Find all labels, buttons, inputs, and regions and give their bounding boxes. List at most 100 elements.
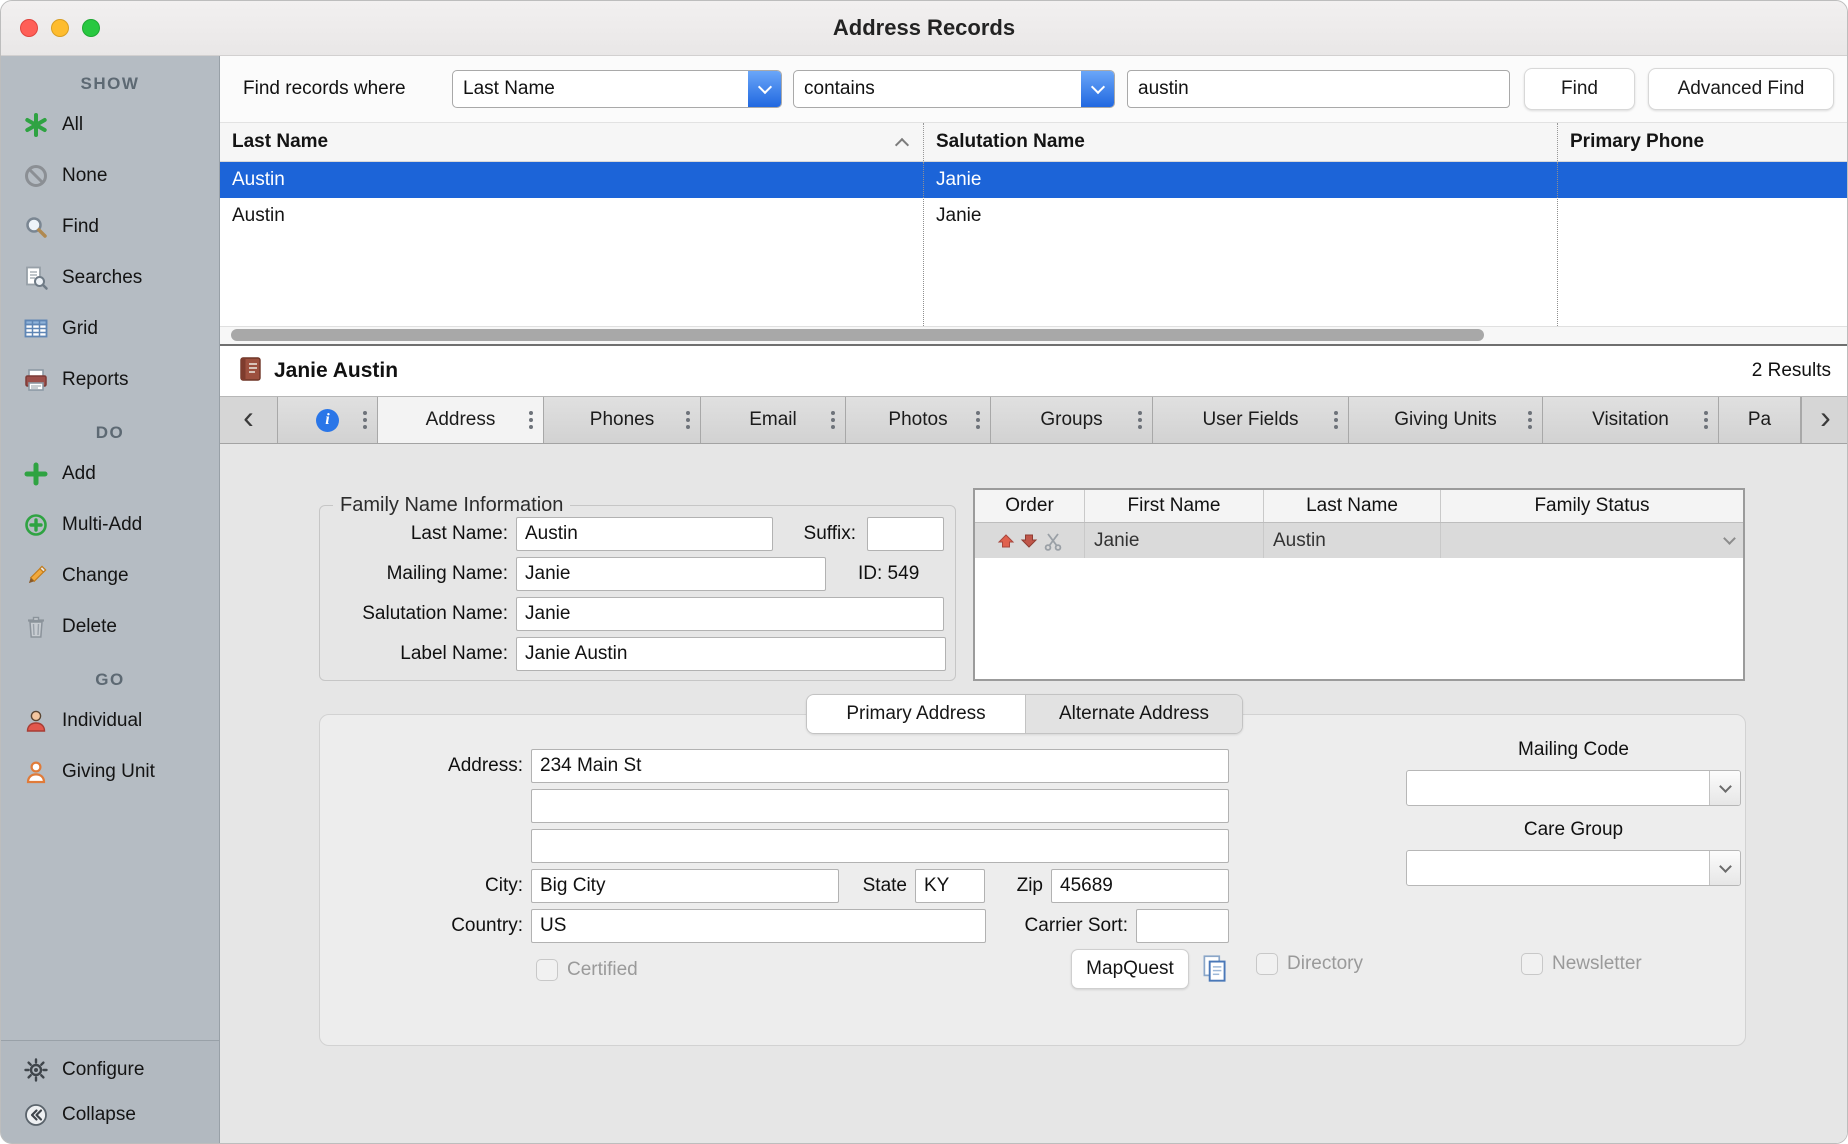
tab-menu-dots-icon[interactable] bbox=[529, 418, 533, 422]
salutation-name-input[interactable] bbox=[516, 597, 944, 631]
mapquest-button[interactable]: MapQuest bbox=[1071, 949, 1189, 989]
tab-menu-dots-icon[interactable] bbox=[1704, 418, 1708, 422]
sidebar-item-reports[interactable]: Reports bbox=[1, 354, 219, 405]
tabs-scroll-right-button[interactable] bbox=[1801, 397, 1847, 443]
tab-giving-units[interactable]: Giving Units bbox=[1349, 397, 1543, 443]
column-header-last-name[interactable]: Last Name bbox=[1264, 490, 1441, 522]
record-name: Janie Austin bbox=[274, 359, 399, 382]
country-input[interactable] bbox=[531, 909, 986, 943]
certified-checkbox[interactable] bbox=[536, 959, 558, 981]
tab-pastoral-truncated[interactable]: Pa bbox=[1719, 397, 1801, 443]
tab-label: Giving Units bbox=[1394, 409, 1497, 430]
tab-menu-dots-icon[interactable] bbox=[1334, 418, 1338, 422]
family-name-information-title: Family Name Information bbox=[333, 493, 571, 517]
zoom-button[interactable] bbox=[82, 19, 100, 37]
last-name-input[interactable] bbox=[516, 517, 773, 551]
sidebar-item-individual[interactable]: Individual bbox=[1, 695, 219, 746]
label-name-input[interactable] bbox=[516, 637, 946, 671]
sidebar-item-all[interactable]: All bbox=[1, 99, 219, 150]
search-input[interactable] bbox=[1127, 70, 1510, 108]
sidebar-item-find[interactable]: Find bbox=[1, 201, 219, 252]
move-down-icon[interactable] bbox=[1020, 533, 1038, 549]
sidebar-item-delete[interactable]: Delete bbox=[1, 601, 219, 652]
sidebar-item-collapse[interactable]: Collapse bbox=[1, 1092, 219, 1137]
find-field-dropdown[interactable]: Last Name bbox=[452, 70, 782, 108]
address-line2-input[interactable] bbox=[531, 789, 1229, 823]
close-button[interactable] bbox=[20, 19, 38, 37]
sidebar-section-do: DO bbox=[95, 423, 125, 442]
sidebar-item-label: None bbox=[62, 164, 108, 186]
tab-visitation[interactable]: Visitation bbox=[1543, 397, 1719, 443]
mailing-code-dropdown[interactable] bbox=[1406, 770, 1741, 806]
mailing-name-input[interactable] bbox=[516, 557, 826, 591]
care-group-dropdown[interactable] bbox=[1406, 850, 1741, 886]
tab-email[interactable]: Email bbox=[701, 397, 846, 443]
tab-menu-dots-icon[interactable] bbox=[1138, 418, 1142, 422]
suffix-input[interactable] bbox=[867, 517, 944, 551]
city-input[interactable] bbox=[531, 869, 839, 903]
carrier-sort-label: Carrier Sort: bbox=[1024, 915, 1128, 936]
sidebar-item-label: Giving Unit bbox=[62, 760, 155, 782]
state-input[interactable] bbox=[915, 869, 985, 903]
sidebar-item-configure[interactable]: Configure bbox=[1, 1047, 219, 1092]
multi-add-icon bbox=[22, 512, 49, 538]
column-header-family-status[interactable]: Family Status bbox=[1441, 490, 1743, 522]
tab-menu-dots-icon[interactable] bbox=[686, 418, 690, 422]
tab-user-fields[interactable]: User Fields bbox=[1153, 397, 1349, 443]
sidebar-item-grid[interactable]: Grid bbox=[1, 303, 219, 354]
column-header-order[interactable]: Order bbox=[975, 490, 1085, 522]
tab-menu-dots-icon[interactable] bbox=[976, 418, 980, 422]
table-row[interactable]: Austin Janie bbox=[220, 198, 1847, 234]
tab-photos[interactable]: Photos bbox=[846, 397, 991, 443]
tab-address[interactable]: Address bbox=[378, 397, 544, 443]
tab-alternate-address[interactable]: Alternate Address bbox=[1025, 695, 1242, 733]
tab-phones[interactable]: Phones bbox=[544, 397, 701, 443]
family-members-header: Order First Name Last Name Family Status bbox=[975, 490, 1743, 523]
advanced-find-button[interactable]: Advanced Find bbox=[1648, 68, 1834, 110]
tab-info[interactable] bbox=[278, 397, 378, 443]
horizontal-scrollbar[interactable] bbox=[220, 326, 1847, 344]
state-label: State bbox=[862, 875, 907, 896]
address-tabs: Primary Address Alternate Address bbox=[806, 694, 1243, 734]
sidebar-item-label: Searches bbox=[62, 266, 143, 288]
directory-checkbox[interactable] bbox=[1256, 953, 1278, 975]
newsletter-checkbox[interactable] bbox=[1521, 953, 1543, 975]
zip-input[interactable] bbox=[1051, 869, 1229, 903]
column-label: Primary Phone bbox=[1570, 131, 1705, 152]
column-header-first-name[interactable]: First Name bbox=[1085, 490, 1264, 522]
salutation-name-label: Salutation Name: bbox=[362, 603, 508, 624]
carrier-sort-input[interactable] bbox=[1136, 909, 1229, 943]
plus-icon bbox=[22, 461, 49, 487]
scrollbar-thumb[interactable] bbox=[231, 329, 1484, 341]
sidebar-item-searches[interactable]: Searches bbox=[1, 252, 219, 303]
c​ut-scissors-icon[interactable] bbox=[1043, 531, 1063, 551]
tab-groups[interactable]: Groups bbox=[991, 397, 1153, 443]
table-row[interactable]: Austin Janie bbox=[220, 162, 1847, 198]
tabs-scroll-left-button[interactable] bbox=[220, 397, 278, 443]
address-line3-input[interactable] bbox=[531, 829, 1229, 863]
column-header-salutation-name[interactable]: Salutation Name bbox=[924, 123, 1558, 161]
address-line1-input[interactable] bbox=[531, 749, 1229, 783]
tab-primary-address[interactable]: Primary Address bbox=[807, 695, 1025, 733]
tab-menu-dots-icon[interactable] bbox=[363, 418, 367, 422]
column-header-primary-phone[interactable]: Primary Phone bbox=[1558, 123, 1847, 161]
column-header-last-name[interactable]: Last Name bbox=[220, 123, 924, 161]
family-member-row[interactable]: Janie Austin bbox=[975, 523, 1743, 558]
tab-menu-dots-icon[interactable] bbox=[831, 418, 835, 422]
sidebar-item-multi-add[interactable]: Multi-Add bbox=[1, 499, 219, 550]
sidebar-item-none[interactable]: None bbox=[1, 150, 219, 201]
sidebar-item-label: Reports bbox=[62, 368, 129, 390]
sidebar-item-label: Individual bbox=[62, 709, 143, 731]
sidebar-item-change[interactable]: Change bbox=[1, 550, 219, 601]
sidebar-item-add[interactable]: Add bbox=[1, 448, 219, 499]
country-label: Country: bbox=[451, 915, 523, 936]
sidebar-item-giving-unit[interactable]: Giving Unit bbox=[1, 746, 219, 797]
tab-menu-dots-icon[interactable] bbox=[1528, 418, 1532, 422]
find-operator-dropdown[interactable]: contains bbox=[793, 70, 1115, 108]
move-up-icon[interactable] bbox=[997, 533, 1015, 549]
family-status-dropdown[interactable] bbox=[1441, 523, 1743, 558]
family-members-table: Order First Name Last Name Family Status… bbox=[973, 488, 1745, 681]
minimize-button[interactable] bbox=[51, 19, 69, 37]
find-button[interactable]: Find bbox=[1524, 68, 1635, 110]
copy-address-icon[interactable] bbox=[1198, 952, 1232, 991]
